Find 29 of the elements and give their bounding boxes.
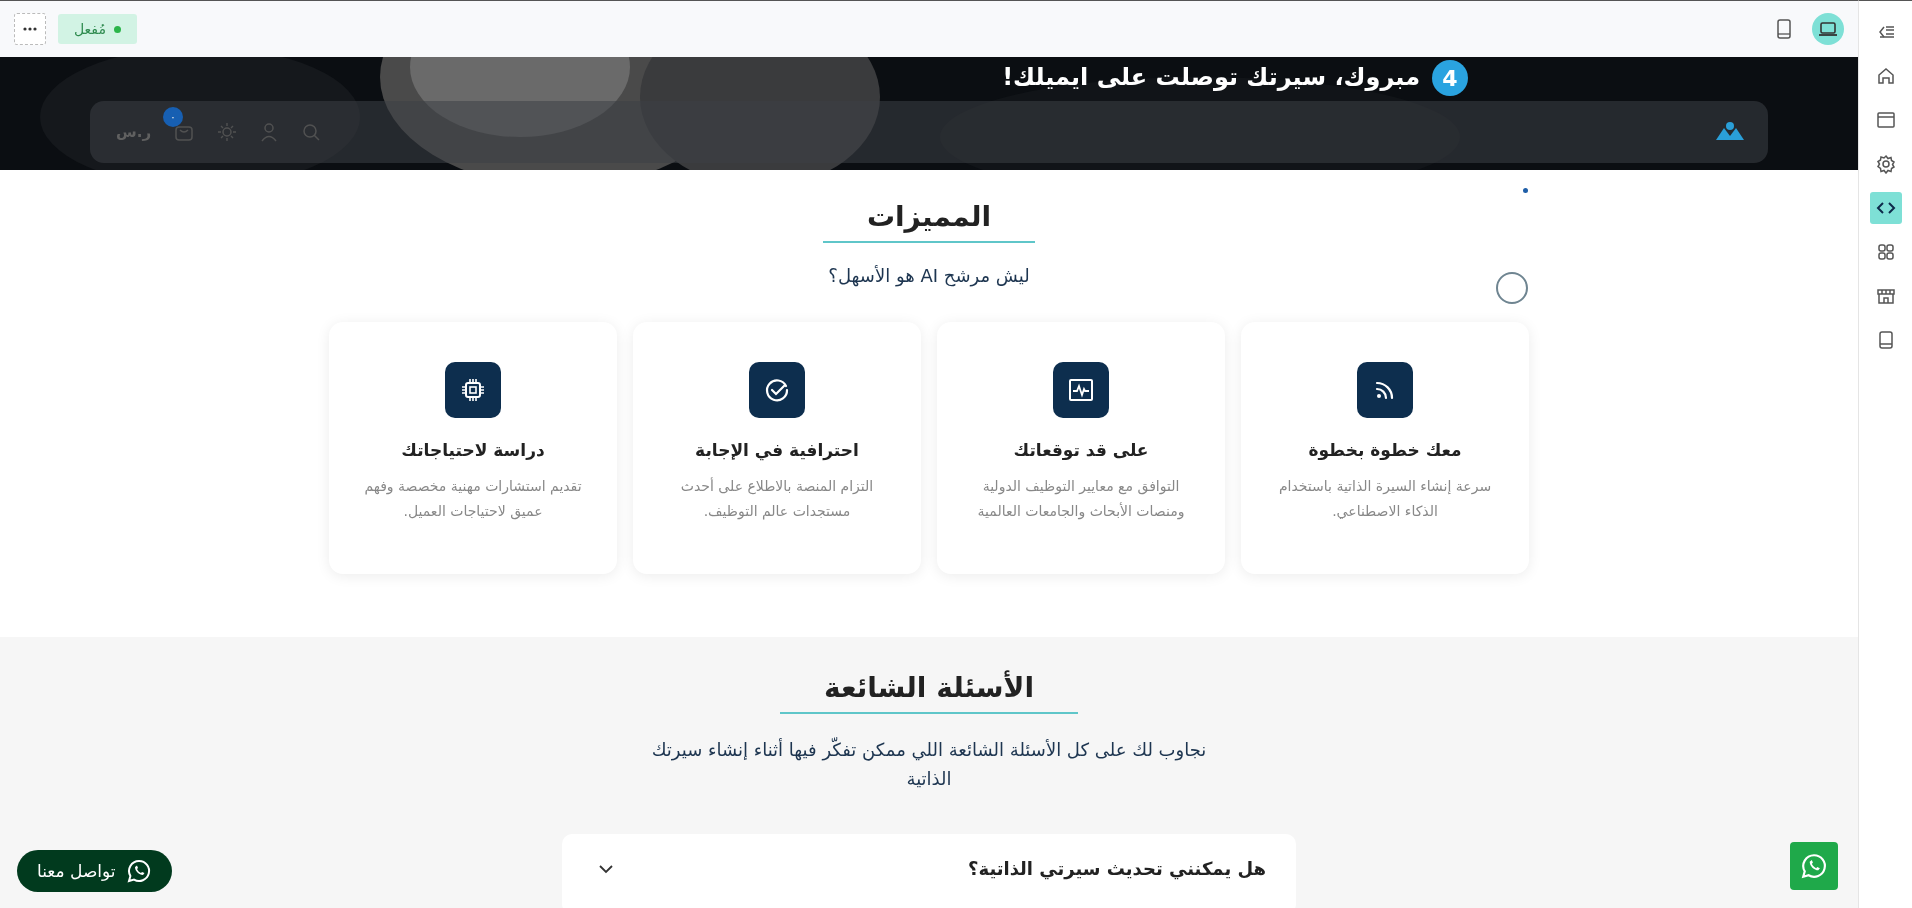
pulse-icon — [1053, 362, 1109, 418]
whatsapp-button[interactable] — [1790, 842, 1838, 890]
hero-title: مبروك، سيرتك توصلت على ايميلك! — [1002, 62, 1420, 94]
section-subtitle: نجاوب لك على كل الأسئلة الشائعة اللي ممكن تفكّر فيها أثناء إنشاء سيرتك الذاتية — [650, 736, 1208, 791]
card-text: تقديم استشارات مهنية مخصصة وفهم عميق لاحتياجات العميل. — [363, 477, 583, 522]
code-icon[interactable] — [1869, 192, 1902, 224]
chevron-icon — [598, 863, 614, 874]
laptop-icon[interactable] — [1812, 13, 1844, 45]
card-text: سرعة إنشاء السيرة الذاتية باستخدام الذكاء الاصطناعي. — [1277, 477, 1493, 521]
section-subtitle: ليش مرشح AI هو الأسهل؟ — [828, 265, 1030, 286]
rss-icon — [1357, 362, 1413, 418]
section-title: الأسئلة الشائعة — [780, 671, 1078, 714]
contact-button[interactable]: تواصل معنا — [17, 850, 172, 892]
circle-icon — [1496, 272, 1528, 304]
card-title: معك خطوة بخطوة — [1308, 440, 1462, 460]
section-title: المميزات — [822, 200, 1036, 243]
status-badge: مُفعل — [58, 14, 137, 44]
chip-icon — [445, 362, 501, 418]
card-text: التزام المنصة بالاطلاع على أحدث مستجدات عالم التوظيف. — [679, 476, 875, 522]
whatsapp-icon — [125, 858, 152, 884]
card-text: التوافق مع معايير التوظيف الدولية ومنصات الأبحاث والجامعات العالمية — [976, 477, 1186, 522]
card-title: احترافية في الإجابة — [695, 440, 859, 460]
more-button[interactable] — [14, 13, 46, 45]
more-icon — [23, 27, 37, 31]
card-title: دراسة لاحتياجاتك — [401, 440, 545, 460]
card-title: على قد توقعاتك — [1013, 440, 1149, 460]
faq-question: هل يمكنني تحديث سيرتي الذاتية؟ — [968, 858, 1266, 880]
faq-item[interactable]: هل يمكنني تحديث سيرتي الذاتية؟ — [562, 833, 1296, 908]
whatsapp-icon — [1800, 852, 1828, 880]
